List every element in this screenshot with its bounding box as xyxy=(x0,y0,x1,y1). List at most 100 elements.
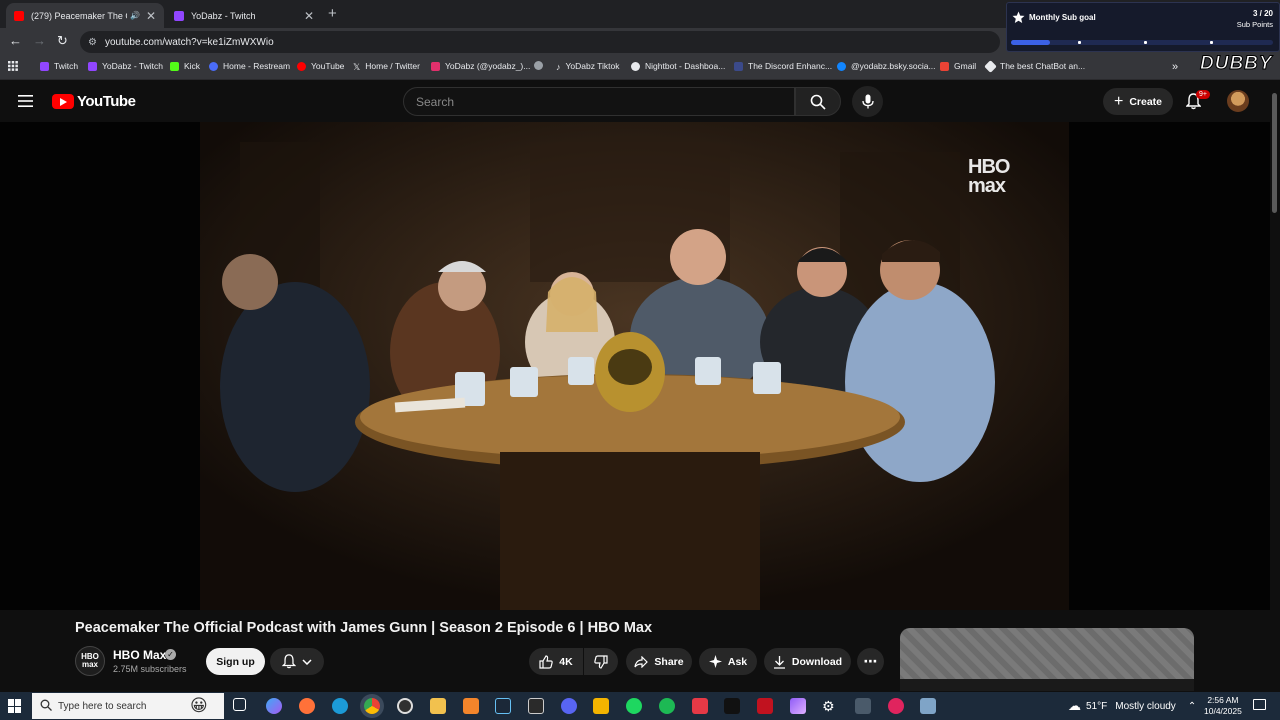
goal-unit: Sub Points xyxy=(1236,20,1273,29)
bookmark-twitter[interactable]: 𝕏 Home / Twitter xyxy=(353,61,420,72)
bookmark-tiktok[interactable]: ♪ YoDabz Tiktok xyxy=(556,61,620,72)
address-bar[interactable]: ⚙ youtube.com/watch?v=ke1iZmWXWio xyxy=(80,31,1000,53)
taskbar-clock[interactable]: 2:56 AM 10/4/2025 xyxy=(1204,695,1242,717)
app-icon[interactable] xyxy=(790,698,806,714)
scrollbar-thumb[interactable] xyxy=(1272,93,1277,213)
weather-description[interactable]: Mostly cloudy xyxy=(1115,701,1176,712)
tab-title: YoDabz - Twitch xyxy=(191,10,256,21)
sub-goal-widget: Monthly Sub goal 3 / 20 Sub Points xyxy=(1006,2,1280,52)
emoji-face-icon: 😀 xyxy=(190,696,208,715)
account-avatar[interactable] xyxy=(1227,90,1249,112)
obs-icon[interactable] xyxy=(397,698,413,714)
dubby-logo: DUBBY xyxy=(1200,53,1273,75)
video-player[interactable]: HBO max xyxy=(0,122,1270,610)
search-input[interactable]: Search xyxy=(403,87,795,116)
search-button[interactable] xyxy=(795,87,841,116)
download-button[interactable]: Download xyxy=(764,648,851,675)
spotify-icon[interactable] xyxy=(659,698,675,714)
tab-twitch[interactable]: YoDabz - Twitch ✕ xyxy=(166,3,322,28)
bookmark-yodabz-twitch[interactable]: YoDabz - Twitch xyxy=(88,61,163,71)
bookmark-instagram[interactable]: YoDabz (@yodabz_)... xyxy=(431,61,530,71)
copilot-icon[interactable] xyxy=(266,698,282,714)
tiktok-icon: ♪ xyxy=(556,61,561,72)
create-button[interactable]: + Create xyxy=(1103,88,1173,115)
youtube-favicon-icon xyxy=(14,10,24,21)
more-bookmarks-icon[interactable]: » xyxy=(1172,61,1178,73)
bookmark-discord-enhancer[interactable]: The Discord Enhanc... xyxy=(734,61,832,71)
system-tray: ☁ 51°F Mostly cloudy ⌃ xyxy=(1068,692,1196,720)
youtube-logo[interactable]: YouTube xyxy=(52,93,136,110)
file-explorer-icon[interactable] xyxy=(430,698,446,714)
windows-start-icon[interactable] xyxy=(8,699,22,713)
settings-gear-icon[interactable]: ⚙ xyxy=(822,698,838,714)
speaker-icon[interactable]: 🔊 xyxy=(130,11,140,20)
taskbar-search-input[interactable]: Type here to search 😀 xyxy=(32,693,224,719)
hamburger-menu-icon[interactable] xyxy=(18,95,33,107)
ask-label: Ask xyxy=(727,655,748,668)
weather-temp[interactable]: 51°F xyxy=(1086,701,1107,712)
youtube-icon xyxy=(297,61,306,71)
like-button[interactable]: 4K xyxy=(529,648,583,675)
like-count: 4K xyxy=(559,655,573,668)
chat-panel-preview[interactable] xyxy=(900,628,1194,691)
tab-youtube[interactable]: (279) Peacemaker The Offici 🔊 ✕ xyxy=(6,3,164,28)
channel-avatar[interactable]: HBO max xyxy=(75,646,105,676)
bookmark-kick[interactable]: Kick xyxy=(170,61,200,71)
bookmark-gmail[interactable]: Gmail xyxy=(940,61,976,71)
gmail-icon xyxy=(940,61,949,71)
bookmark-bluesky[interactable]: @yodabz.bsky.socia... xyxy=(837,61,936,71)
streamlabs-icon[interactable] xyxy=(593,698,609,714)
site-settings-icon[interactable]: ⚙ xyxy=(88,37,97,48)
goal-milestone-marker xyxy=(1078,41,1081,44)
firefox-icon[interactable] xyxy=(299,698,315,714)
discord-enhancer-icon xyxy=(734,61,743,71)
close-tab-icon[interactable]: ✕ xyxy=(304,9,314,23)
bookmark-chatbot[interactable]: The best ChatBot an... xyxy=(984,59,1085,73)
tiktok-icon[interactable] xyxy=(724,698,740,714)
goal-milestone-marker xyxy=(1144,41,1147,44)
more-actions-button[interactable]: ⋯ xyxy=(857,648,884,675)
xbox-icon[interactable] xyxy=(626,698,642,714)
twitch-icon xyxy=(40,61,49,71)
app-icon[interactable] xyxy=(463,698,479,714)
notification-settings-button[interactable] xyxy=(270,648,324,675)
ask-button[interactable]: Ask xyxy=(699,648,757,675)
video-title: Peacemaker The Official Podcast with Jam… xyxy=(75,620,653,636)
sign-up-button[interactable]: Sign up xyxy=(206,648,265,675)
bookmarks-bar: Twitch YoDabz - Twitch Kick Home - Restr… xyxy=(0,55,1280,80)
reload-icon[interactable]: ↻ xyxy=(57,33,68,49)
close-tab-icon[interactable]: ✕ xyxy=(146,9,156,23)
app-icon[interactable] xyxy=(888,698,904,714)
apps-grid-icon[interactable] xyxy=(8,61,18,71)
bookmark-restream[interactable]: Home - Restream xyxy=(209,61,290,71)
edge-icon[interactable] xyxy=(332,698,348,714)
notification-center-icon[interactable] xyxy=(1253,699,1266,710)
chevron-up-icon[interactable]: ⌃ xyxy=(1188,701,1196,712)
app-icon[interactable] xyxy=(757,698,773,714)
bookmark-globe[interactable] xyxy=(534,61,548,70)
app-icon[interactable] xyxy=(920,698,936,714)
kick-icon xyxy=(170,61,179,71)
app-icon[interactable] xyxy=(692,698,708,714)
chevron-down-icon xyxy=(302,658,312,665)
tab-title: (279) Peacemaker The Offici xyxy=(31,10,127,21)
new-tab-button[interactable]: + xyxy=(328,5,337,22)
steam-icon[interactable] xyxy=(495,698,511,714)
chrome-icon[interactable] xyxy=(364,698,380,714)
voice-search-button[interactable] xyxy=(852,86,883,117)
back-icon[interactable]: ← xyxy=(9,33,22,48)
task-view-icon[interactable] xyxy=(233,698,246,711)
dislike-button[interactable] xyxy=(584,648,618,675)
subscriber-count: 2.75M subscribers xyxy=(113,664,187,674)
search-icon xyxy=(810,94,826,110)
forward-icon[interactable]: → xyxy=(33,33,46,48)
epic-games-icon[interactable] xyxy=(528,698,544,714)
channel-name[interactable]: HBO Max xyxy=(113,648,166,662)
bookmark-youtube[interactable]: YouTube xyxy=(297,61,344,71)
app-icon[interactable] xyxy=(855,698,871,714)
share-button[interactable]: Share xyxy=(626,648,692,675)
bookmark-twitch[interactable]: Twitch xyxy=(40,61,78,71)
bookmark-nightbot[interactable]: Nightbot - Dashboa... xyxy=(631,61,725,71)
page-scrollbar[interactable] xyxy=(1270,81,1280,691)
discord-icon[interactable] xyxy=(561,698,577,714)
